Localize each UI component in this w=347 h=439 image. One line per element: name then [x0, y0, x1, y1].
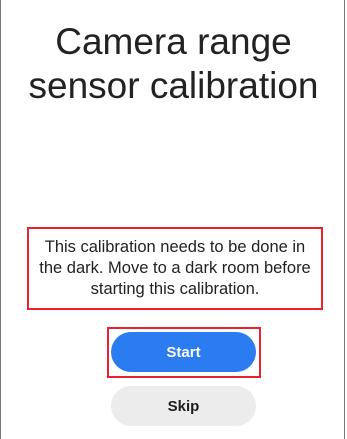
dark-room-notice: This calibration needs to be done in the… [27, 227, 323, 310]
start-button[interactable]: Start [111, 332, 256, 372]
page-title-line-1: Camera range [55, 21, 292, 62]
dark-room-notice-text: This calibration needs to be done in the… [39, 238, 311, 298]
page-title-line-2: sensor calibration [28, 65, 319, 106]
skip-button[interactable]: Skip [111, 386, 256, 426]
page-title: Camera range sensor calibration [0, 20, 347, 108]
